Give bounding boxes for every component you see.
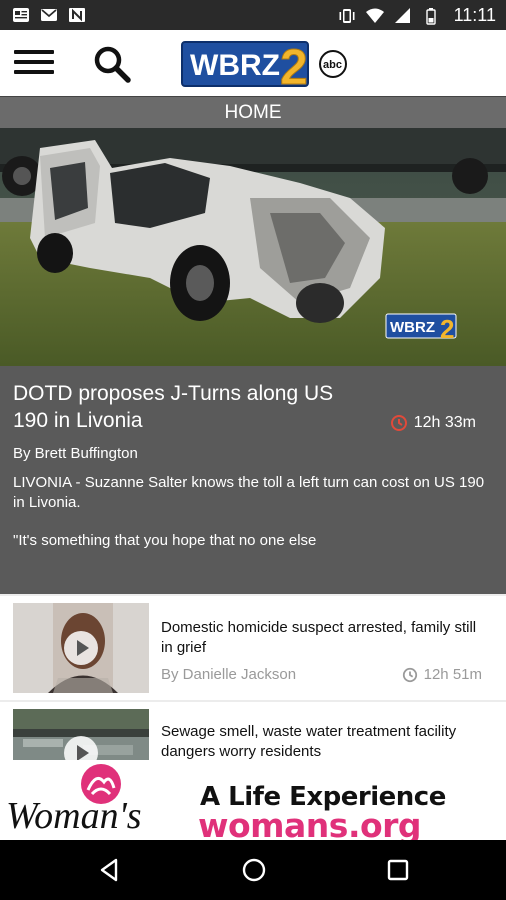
story-thumbnail[interactable]: [13, 709, 149, 760]
clock-icon: [402, 667, 417, 682]
recents-square-icon[interactable]: [384, 856, 412, 884]
list-item[interactable]: Domestic homicide suspect arrested, fami…: [0, 596, 506, 700]
battery-icon: [425, 7, 436, 25]
list-item[interactable]: Sewage smell, waste water treatment faci…: [0, 702, 506, 760]
system-nav-bar: [0, 840, 506, 900]
status-bar: 11:11: [0, 0, 506, 30]
logo-network: abc: [323, 59, 342, 71]
n-icon: [69, 8, 85, 22]
search-icon[interactable]: [92, 44, 132, 84]
featured-story[interactable]: DOTD proposes J-Turns along US 190 in Li…: [0, 366, 506, 594]
app-bar: WBRZ 2 abc: [0, 30, 506, 96]
clock-icon: [390, 415, 407, 431]
story-thumbnail[interactable]: [13, 603, 149, 693]
hamburger-menu-icon[interactable]: [14, 50, 54, 78]
back-triangle-icon[interactable]: [96, 856, 124, 884]
section-title: HOME: [0, 96, 506, 128]
story-title[interactable]: Sewage smell, waste water treatment faci…: [161, 722, 481, 760]
story-byline: By Danielle Jackson: [161, 666, 297, 683]
featured-byline: By Brett Buffington: [13, 445, 138, 462]
play-icon[interactable]: [64, 631, 98, 665]
featured-body: LIVONIA - Suzanne Salter knows the toll …: [13, 474, 485, 511]
status-time: 11:11: [453, 5, 496, 25]
logo-number: 2: [280, 39, 308, 90]
signal-icon: [394, 7, 410, 23]
featured-time-text: 12h 33m: [413, 414, 476, 431]
ad-banner[interactable]: Woman's A Life Experience womans.org: [0, 760, 506, 845]
ad-brand: Woman's: [6, 795, 142, 837]
featured-quote: "It's something that you hope that no on…: [13, 532, 317, 549]
wifi-icon: [365, 8, 384, 23]
gmail-icon: [41, 9, 57, 21]
news-icon: [13, 8, 29, 22]
home-circle-icon[interactable]: [240, 856, 268, 884]
hero-watermark-number: 2: [440, 314, 454, 344]
story-timestamp: 12h 51m: [402, 666, 482, 683]
hero-image[interactable]: WBRZ 2: [0, 128, 506, 366]
featured-title[interactable]: DOTD proposes J-Turns along US 190 in Li…: [13, 380, 353, 434]
logo-text: WBRZ: [190, 49, 280, 82]
vibrate-icon: [339, 8, 355, 23]
featured-timestamp: 12h 33m: [390, 414, 476, 432]
hero-watermark-text: WBRZ: [390, 319, 435, 336]
story-title[interactable]: Domestic homicide suspect arrested, fami…: [161, 618, 481, 658]
story-time-text: 12h 51m: [423, 666, 482, 683]
wbrz-logo[interactable]: WBRZ 2 abc: [180, 38, 350, 90]
wrecked-truck-photo: WBRZ 2: [0, 128, 506, 366]
